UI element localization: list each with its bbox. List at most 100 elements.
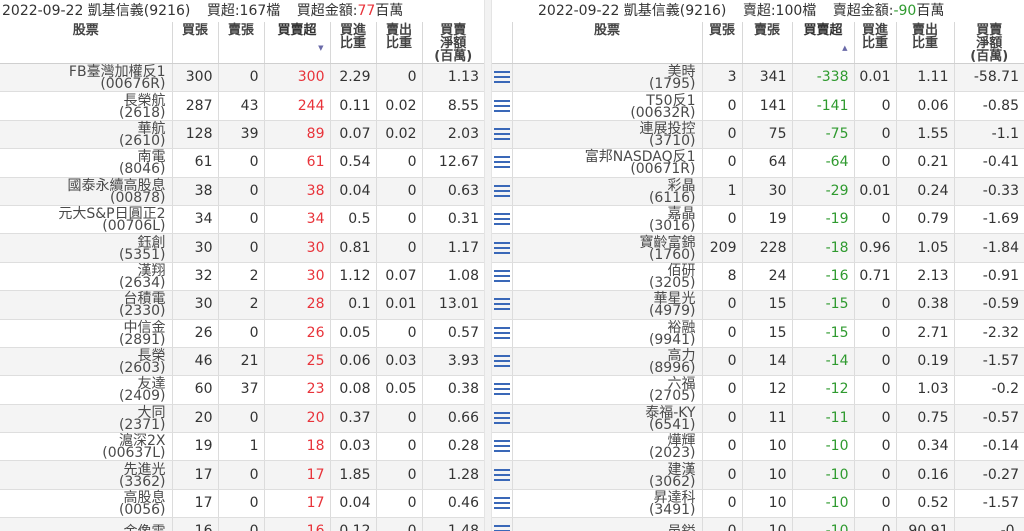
col-header-buy[interactable]: 買張	[702, 22, 743, 64]
sell-lots-cell: 228	[742, 233, 793, 263]
stock-cell[interactable]: 金像電	[0, 517, 173, 531]
stock-cell[interactable]: 邑鎰	[512, 517, 703, 531]
stock-cell[interactable]: 漢翔 (2634)	[0, 262, 173, 292]
list-icon[interactable]	[493, 99, 510, 112]
list-icon[interactable]	[493, 355, 510, 368]
stock-cell[interactable]: 昇達科 (3491)	[512, 489, 703, 519]
stock-cell[interactable]: 六福 (2705)	[512, 375, 703, 405]
sell-lots-cell: 21	[218, 347, 265, 377]
stock-cell[interactable]: 台積電 (2330)	[0, 290, 173, 320]
sell-ratio-cell: 0.06	[896, 91, 955, 121]
list-icon[interactable]	[493, 71, 510, 84]
list-icon[interactable]	[493, 269, 510, 282]
list-icon[interactable]	[493, 383, 510, 396]
buy-ratio-cell: 2.29	[330, 63, 377, 93]
stock-cell[interactable]: 嘉晶 (3016)	[512, 205, 703, 235]
stock-cell[interactable]: 燁輝 (2023)	[512, 432, 703, 462]
stock-cell[interactable]: 寶齡富錦 (1760)	[512, 233, 703, 263]
stock-cell[interactable]: 大同 (2371)	[0, 404, 173, 434]
row-icon-cell[interactable]	[492, 319, 513, 348]
stock-cell[interactable]: 泰福-KY (6541)	[512, 404, 703, 434]
col-header-net[interactable]: 買賣超 ▲	[792, 22, 855, 64]
list-icon[interactable]	[493, 184, 510, 197]
col-header-buy-ratio[interactable]: 買進 比重	[854, 22, 897, 64]
stock-name[interactable]: 金像電	[0, 525, 166, 531]
col-header-buy-ratio[interactable]: 買進 比重	[330, 22, 377, 64]
list-icon[interactable]	[493, 213, 510, 226]
stock-cell[interactable]: 友達 (2409)	[0, 375, 173, 405]
stock-cell[interactable]: 元大S&P日圓正2 (00706L)	[0, 205, 173, 235]
list-icon[interactable]	[493, 468, 510, 481]
stock-cell[interactable]: 高股息 (0056)	[0, 489, 173, 519]
stock-cell[interactable]: 中信金 (2891)	[0, 319, 173, 348]
row-icon-cell[interactable]	[492, 432, 513, 462]
row-icon-cell[interactable]	[492, 517, 513, 531]
col-header-sell[interactable]: 賣張	[742, 22, 793, 64]
table-row: 友達 (2409) 60 37 23 0.08 0.05 0.38	[0, 375, 484, 405]
stock-cell[interactable]: 長榮航 (2618)	[0, 91, 173, 121]
col-header-sell-ratio[interactable]: 賣出 比重	[376, 22, 423, 64]
row-icon-cell[interactable]	[492, 375, 513, 405]
stock-name[interactable]: 邑鎰	[513, 525, 696, 531]
row-icon-cell[interactable]	[492, 262, 513, 292]
sell-date-broker: 2022-09-22 凱基信義(9216)	[538, 3, 727, 19]
col-header-stock[interactable]: 股票	[0, 22, 173, 64]
table-row: 寶齡富錦 (1760) 209 228 -18 0.96 1.05 -1.84	[492, 233, 1024, 263]
row-icon-cell[interactable]	[492, 460, 513, 490]
row-icon-cell[interactable]	[492, 290, 513, 320]
list-icon[interactable]	[493, 411, 510, 424]
stock-cell[interactable]: 富邦NASDAQ反1 (00671R)	[512, 148, 703, 178]
stock-cell[interactable]: 南電 (8046)	[0, 148, 173, 178]
stock-cell[interactable]: 長榮 (2603)	[0, 347, 173, 377]
col-header-amount[interactable]: 買賣 淨額 (百萬)	[954, 22, 1024, 64]
list-icon[interactable]	[493, 326, 510, 339]
col-header-sell-ratio[interactable]: 賣出 比重	[896, 22, 955, 64]
row-icon-cell[interactable]	[492, 205, 513, 235]
stock-cell[interactable]: 滬深2X (00637L)	[0, 432, 173, 462]
net-amount-cell: 0.57	[422, 319, 484, 348]
stock-cell[interactable]: 高力 (8996)	[512, 347, 703, 377]
sell-ratio-cell: 0.02	[376, 120, 423, 150]
list-icon[interactable]	[493, 241, 510, 254]
row-icon-cell[interactable]	[492, 148, 513, 178]
row-icon-cell[interactable]	[492, 63, 513, 93]
stock-cell[interactable]: FB臺灣加權反1 (00676R)	[0, 63, 173, 93]
list-icon[interactable]	[493, 440, 510, 453]
sell-ratio-cell: 0.75	[896, 404, 955, 434]
row-icon-cell[interactable]	[492, 233, 513, 263]
row-icon-cell[interactable]	[492, 91, 513, 121]
col-header-sell-ratio-label: 賣出 比重	[385, 23, 412, 51]
col-header-sell[interactable]: 賣張	[218, 22, 265, 64]
stock-cell[interactable]: 連展投控 (3710)	[512, 120, 703, 150]
table-row: 大同 (2371) 20 0 20 0.37 0 0.66	[0, 404, 484, 434]
stock-cell[interactable]: 先進光 (3362)	[0, 460, 173, 490]
row-icon-cell[interactable]	[492, 489, 513, 519]
list-icon[interactable]	[493, 497, 510, 510]
list-icon[interactable]	[493, 127, 510, 140]
stock-cell[interactable]: 佰研 (3205)	[512, 262, 703, 292]
row-icon-cell[interactable]	[492, 120, 513, 150]
row-icon-cell[interactable]	[492, 177, 513, 206]
stock-cell[interactable]: 國泰永續高股息 (00878)	[0, 177, 173, 206]
col-header-buy[interactable]: 買張	[172, 22, 219, 64]
buy-ratio-cell: 0.08	[330, 375, 377, 405]
stock-cell[interactable]: 裕融 (9941)	[512, 319, 703, 348]
stock-cell[interactable]: 鈺創 (5351)	[0, 233, 173, 263]
stock-cell[interactable]: T50反1 (00632R)	[512, 91, 703, 121]
table-row: 中信金 (2891) 26 0 26 0.05 0 0.57	[0, 319, 484, 348]
list-icon[interactable]	[493, 298, 510, 311]
stock-cell[interactable]: 華航 (2610)	[0, 120, 173, 150]
row-icon-cell[interactable]	[492, 404, 513, 434]
col-header-amount[interactable]: 買賣 淨額 (百萬)	[422, 22, 484, 64]
stock-cell[interactable]: 華星光 (4979)	[512, 290, 703, 320]
stock-cell[interactable]: 建漢 (3062)	[512, 460, 703, 490]
net-amount-cell: 0.46	[422, 489, 484, 519]
stock-cell[interactable]: 美時 (1795)	[512, 63, 703, 93]
list-icon[interactable]	[493, 156, 510, 169]
col-header-stock[interactable]: 股票	[512, 22, 703, 64]
list-icon[interactable]	[493, 525, 510, 531]
col-header-net[interactable]: 買賣超 ▼	[264, 22, 331, 64]
row-icon-cell[interactable]	[492, 347, 513, 377]
net-amount-cell: -0.85	[954, 91, 1024, 121]
stock-cell[interactable]: 彩晶 (6116)	[512, 177, 703, 206]
